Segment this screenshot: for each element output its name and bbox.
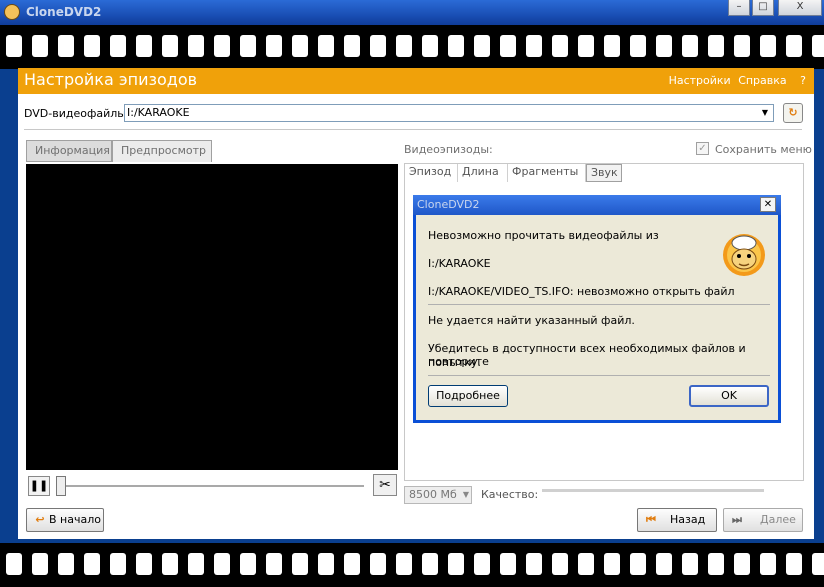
column-length[interactable]: Длина [458,164,508,182]
source-label: DVD-видеофайлы: [24,107,130,120]
dialog-close-icon[interactable]: ✕ [760,197,776,212]
source-combo[interactable]: I:/KARAOKE ▼ [124,104,774,122]
dialog-separator [428,375,770,376]
dialog-message-3: I:/KARAOKE/VIDEO_TS.IFO: невозможно откр… [428,285,735,298]
tab-info[interactable]: Информация [26,140,112,162]
window-title: CloneDVD2 [26,5,102,19]
chevron-down-icon[interactable]: ▼ [463,487,469,503]
size-value: 8500 Мб [409,488,457,501]
film-holes [6,35,824,57]
chevron-down-icon[interactable]: ▼ [758,106,772,120]
column-fragments[interactable]: Фрагменты [508,164,586,182]
dialog-message-2: I:/KARAOKE [428,257,491,270]
source-value: I:/KARAOKE [127,106,190,119]
playback-controls: ❚❚ ✂ [26,474,397,498]
app-icon [4,4,20,20]
film-strip-bottom [0,543,824,587]
tab-preview[interactable]: Предпросмотр [112,140,212,162]
page-title: Настройка эпизодов [24,70,198,89]
window-titlebar: CloneDVD2 – □ X [0,0,824,25]
save-menu-checkbox[interactable]: ✓ [696,142,709,155]
film-holes [6,553,824,575]
divider [24,129,802,130]
scissors-icon[interactable]: ✂ [373,474,397,496]
start-button[interactable]: ↩ В начало [26,508,104,532]
help-question-icon[interactable]: ? [800,74,806,87]
pause-button[interactable]: ❚❚ [28,476,50,496]
episodes-label: Видеоэпизоды: [404,143,493,156]
minimize-button[interactable]: – [728,0,750,16]
seek-thumb[interactable] [56,476,66,496]
quality-label: Качество: [481,488,539,501]
column-sound[interactable]: Звук [586,164,622,182]
film-strip-top [0,25,824,69]
video-preview [26,164,398,470]
maximize-button[interactable]: □ [752,0,774,16]
next-button-label: Далее [760,513,796,526]
ok-button[interactable]: OK [689,385,769,407]
rewind-icon: ⏮ [646,513,656,526]
dialog-message-5b: попытку. [428,356,481,369]
size-select[interactable]: 8500 Мб ▼ [404,486,472,504]
dialog-message-1: Невозможно прочитать видеофайлы из [428,229,659,242]
dialog-title: CloneDVD2 [413,195,781,215]
settings-link[interactable]: Настройки [669,74,731,87]
refresh-icon[interactable]: ↻ [783,103,803,123]
back-button[interactable]: ⏮ Назад [637,508,717,532]
save-menu-label: Сохранить меню [715,143,812,156]
help-link[interactable]: Справка [738,74,786,87]
seek-track[interactable] [56,485,364,487]
dialog-message-4: Не удается найти указанный файл. [428,314,635,327]
close-window-button[interactable]: X [778,0,822,16]
start-button-label: В начало [49,513,101,526]
return-arrow-icon: ↩ [35,513,45,526]
next-button[interactable]: ⏭ Далее [723,508,803,532]
cow-mascot-icon [723,234,765,276]
error-dialog: CloneDVD2 ✕ Невозможно прочитать видеофа… [413,195,781,423]
quality-slider[interactable] [542,489,764,492]
section-header: Настройка эпизодов Настройки Справка ? [18,68,814,94]
details-button[interactable]: Подробнее [428,385,508,407]
column-episode[interactable]: Эпизод [405,164,458,182]
back-button-label: Назад [670,513,706,526]
fast-forward-icon: ⏭ [732,513,742,526]
dialog-separator [428,304,770,305]
header-links: Настройки Справка ? [665,74,806,87]
